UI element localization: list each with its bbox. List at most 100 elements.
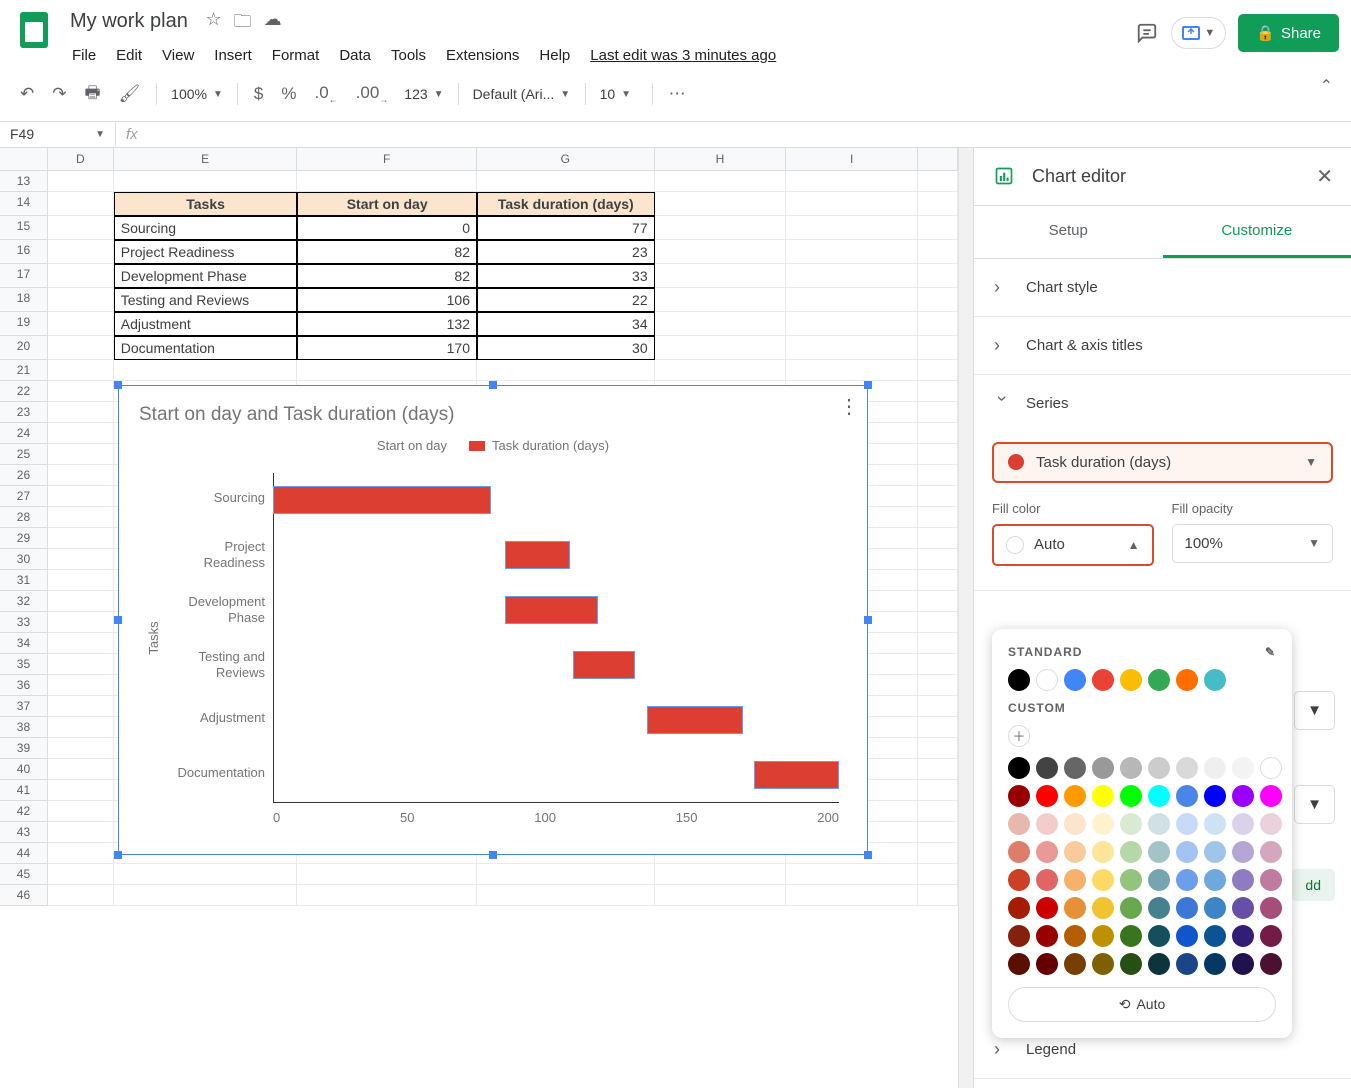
cell[interactable]: [786, 240, 918, 264]
color-swatch[interactable]: [1260, 841, 1282, 863]
color-swatch[interactable]: [1204, 813, 1226, 835]
cell[interactable]: Sourcing: [114, 216, 298, 240]
cell[interactable]: [48, 528, 114, 549]
color-swatch[interactable]: [1092, 669, 1114, 691]
cloud-icon[interactable]: ☁: [264, 9, 282, 39]
undo-icon[interactable]: ↶: [12, 78, 42, 110]
hidden-dropdown[interactable]: ▼: [1294, 785, 1335, 824]
cell[interactable]: [655, 240, 787, 264]
present-button[interactable]: ▼: [1171, 17, 1226, 49]
cell[interactable]: [48, 360, 114, 381]
resize-handle[interactable]: [114, 851, 122, 859]
cell[interactable]: [48, 486, 114, 507]
chart-object[interactable]: ⋮ Start on day and Task duration (days) …: [118, 385, 868, 855]
row-header[interactable]: 13: [0, 171, 48, 192]
cell[interactable]: [786, 312, 918, 336]
chart-bar[interactable]: [647, 706, 743, 734]
color-swatch[interactable]: [1008, 669, 1030, 691]
chart-bar[interactable]: [573, 651, 635, 679]
color-swatch[interactable]: [1120, 841, 1142, 863]
menu-edit[interactable]: Edit: [108, 43, 150, 68]
row-header[interactable]: 37: [0, 696, 48, 717]
color-swatch[interactable]: [1036, 925, 1058, 947]
color-swatch[interactable]: [1148, 925, 1170, 947]
share-button[interactable]: 🔒 Share: [1238, 14, 1339, 52]
color-swatch[interactable]: [1092, 869, 1114, 891]
name-box[interactable]: F49▼: [0, 122, 116, 146]
cell[interactable]: [477, 360, 655, 381]
cell[interactable]: Development Phase: [114, 264, 298, 288]
cell[interactable]: [918, 336, 958, 360]
row-header[interactable]: 45: [0, 864, 48, 885]
row-header[interactable]: 19: [0, 312, 48, 336]
color-swatch[interactable]: [1260, 925, 1282, 947]
color-swatch[interactable]: [1232, 925, 1254, 947]
row-header[interactable]: 33: [0, 612, 48, 633]
cell[interactable]: 170: [297, 336, 477, 360]
menu-tools[interactable]: Tools: [383, 43, 434, 68]
color-swatch[interactable]: [1120, 897, 1142, 919]
cell[interactable]: 82: [297, 240, 477, 264]
color-swatch[interactable]: [1204, 841, 1226, 863]
color-swatch[interactable]: [1176, 785, 1198, 807]
color-swatch[interactable]: [1092, 841, 1114, 863]
color-swatch[interactable]: [1148, 757, 1170, 779]
color-swatch[interactable]: [1232, 869, 1254, 891]
cell[interactable]: [918, 528, 958, 549]
currency-icon[interactable]: $: [246, 78, 271, 110]
cell[interactable]: [655, 336, 787, 360]
cell[interactable]: [48, 423, 114, 444]
cell[interactable]: [786, 864, 918, 885]
cell[interactable]: 34: [477, 312, 655, 336]
row-header[interactable]: 26: [0, 465, 48, 486]
color-swatch[interactable]: [1064, 813, 1086, 835]
cell[interactable]: [918, 381, 958, 402]
cell[interactable]: [48, 885, 114, 906]
cell[interactable]: [655, 264, 787, 288]
cell[interactable]: [918, 240, 958, 264]
color-swatch[interactable]: [1260, 869, 1282, 891]
cell[interactable]: [48, 192, 114, 216]
color-swatch[interactable]: [1008, 897, 1030, 919]
color-swatch[interactable]: [1092, 925, 1114, 947]
cell[interactable]: [48, 216, 114, 240]
col-header[interactable]: H: [655, 148, 787, 170]
cell[interactable]: [48, 402, 114, 423]
cell[interactable]: [48, 843, 114, 864]
row-header[interactable]: 27: [0, 486, 48, 507]
cell[interactable]: [918, 444, 958, 465]
fill-color-dropdown[interactable]: Auto ▲: [992, 524, 1154, 566]
cell[interactable]: [918, 507, 958, 528]
cell[interactable]: [918, 864, 958, 885]
row-header[interactable]: 36: [0, 675, 48, 696]
resize-handle[interactable]: [489, 381, 497, 389]
color-swatch[interactable]: [1148, 953, 1170, 975]
cell[interactable]: [48, 240, 114, 264]
row-header[interactable]: 35: [0, 654, 48, 675]
cell[interactable]: [655, 312, 787, 336]
color-swatch[interactable]: [1092, 897, 1114, 919]
cell[interactable]: [786, 885, 918, 906]
row-header[interactable]: 41: [0, 780, 48, 801]
cell[interactable]: Task duration (days): [477, 192, 655, 216]
color-swatch[interactable]: [1036, 785, 1058, 807]
color-swatch[interactable]: [1092, 785, 1114, 807]
color-swatch[interactable]: [1036, 813, 1058, 835]
color-swatch[interactable]: [1120, 813, 1142, 835]
cell[interactable]: [48, 864, 114, 885]
tab-customize[interactable]: Customize: [1163, 206, 1351, 258]
cell[interactable]: [297, 360, 477, 381]
cell[interactable]: [48, 264, 114, 288]
cell[interactable]: Testing and Reviews: [114, 288, 298, 312]
chart-bar[interactable]: [273, 486, 491, 514]
color-swatch[interactable]: [1176, 925, 1198, 947]
cell[interactable]: [48, 759, 114, 780]
color-swatch[interactable]: [1064, 841, 1086, 863]
cell[interactable]: [918, 675, 958, 696]
color-swatch[interactable]: [1120, 953, 1142, 975]
cell[interactable]: [48, 171, 114, 192]
color-swatch[interactable]: [1148, 813, 1170, 835]
color-swatch[interactable]: [1036, 841, 1058, 863]
cell[interactable]: [918, 696, 958, 717]
color-swatch[interactable]: [1008, 785, 1030, 807]
